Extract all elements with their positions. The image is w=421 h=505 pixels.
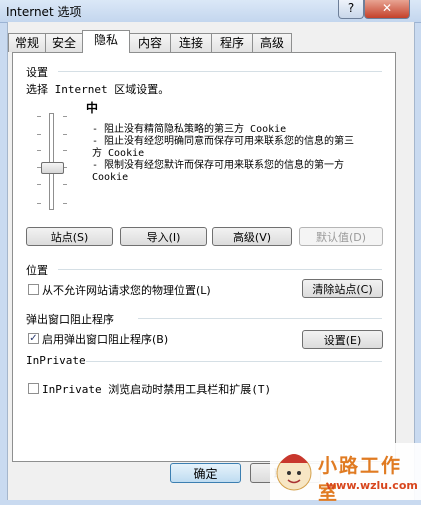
location-divider	[58, 269, 382, 270]
privacy-level-label: 中	[86, 101, 99, 115]
tab-programs[interactable]: 程序	[211, 33, 253, 52]
tab-connections[interactable]: 连接	[170, 33, 212, 52]
inprivate-checkbox-label: InPrivate 浏览启动时禁用工具栏和扩展(T)	[42, 383, 272, 396]
slider-tick	[63, 116, 67, 117]
popup-checkbox-label: 启用弹出窗口阻止程序(B)	[42, 333, 169, 346]
title-bar: Internet 选项 ? ✕	[0, 0, 421, 23]
privacy-bullet: - 阻止没有精简隐私策略的第三方 Cookie	[92, 124, 287, 135]
popup-settings-button[interactable]: 设置(E)	[302, 330, 383, 349]
watermark-url: www.wzlu.com	[326, 479, 418, 492]
slider-tick	[37, 150, 41, 151]
tab-security[interactable]: 安全	[45, 33, 83, 52]
tab-privacy[interactable]: 隐私	[82, 30, 130, 53]
slider-tick	[63, 150, 67, 151]
inprivate-heading: InPrivate	[26, 354, 86, 367]
slider-tick	[63, 184, 67, 185]
settings-divider	[58, 71, 382, 72]
slider-tick	[63, 203, 67, 204]
watermark: 小路工作室 www.wzlu.com	[270, 443, 421, 504]
inprivate-checkbox[interactable]	[28, 383, 39, 394]
slider-tick	[37, 134, 41, 135]
tab-general[interactable]: 常规	[8, 33, 46, 52]
slider-tick	[63, 134, 67, 135]
advanced-button[interactable]: 高级(V)	[212, 227, 292, 246]
privacy-description: - 阻止没有精简隐私策略的第三方 Cookie - 阻止没有经您明确同意而保存可…	[92, 124, 364, 184]
tab-content[interactable]: 内容	[129, 33, 171, 52]
checkmark-icon: ✓	[29, 333, 38, 344]
import-button[interactable]: 导入(I)	[120, 227, 207, 246]
popup-divider	[138, 318, 382, 319]
watermark-title: 小路工作室	[318, 455, 403, 504]
tab-advanced[interactable]: 高级	[252, 33, 292, 52]
sites-button[interactable]: 站点(S)	[26, 227, 113, 246]
window-title: Internet 选项	[6, 5, 82, 19]
settings-instruction: 选择 Internet 区域设置。	[26, 83, 170, 96]
location-checkbox[interactable]	[28, 284, 39, 295]
ok-button[interactable]: 确定	[170, 463, 241, 483]
clear-sites-button[interactable]: 清除站点(C)	[302, 279, 383, 298]
inprivate-divider	[86, 361, 382, 362]
close-button[interactable]: ✕	[364, 0, 410, 19]
help-button[interactable]: ?	[338, 0, 364, 19]
slider-tick	[37, 184, 41, 185]
privacy-slider-thumb[interactable]	[41, 162, 64, 174]
settings-heading: 设置	[26, 66, 48, 79]
location-heading: 位置	[26, 264, 48, 277]
popup-heading: 弹出窗口阻止程序	[26, 313, 114, 326]
slider-tick	[37, 203, 41, 204]
popup-checkbox[interactable]: ✓	[28, 333, 39, 344]
default-button[interactable]: 默认值(D)	[299, 227, 383, 246]
privacy-bullet: - 限制没有经您默许而保存可用来联系您的信息的第一方 Cookie	[92, 160, 345, 183]
privacy-panel	[12, 52, 396, 462]
slider-tick	[37, 116, 41, 117]
privacy-bullet: - 阻止没有经您明确同意而保存可用来联系您的信息的第三方 Cookie	[92, 136, 355, 159]
location-checkbox-label: 从不允许网站请求您的物理位置(L)	[42, 284, 211, 297]
